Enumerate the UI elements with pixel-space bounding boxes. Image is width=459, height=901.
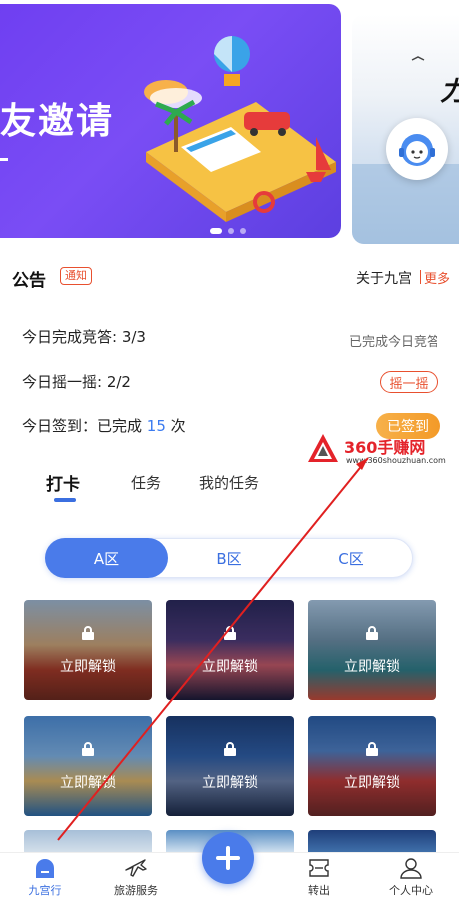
unlock-label: 立即解锁 — [202, 659, 258, 675]
customer-service-button[interactable] — [386, 118, 448, 180]
watermark-url: www.360shouzhuan.com — [346, 456, 446, 465]
notice-divider — [420, 270, 421, 284]
scenic-card[interactable]: 立即解锁 — [24, 600, 152, 700]
nav-profile-label: 个人中心 — [389, 884, 433, 897]
person-icon — [400, 858, 422, 879]
checkin-suffix: 次 — [170, 417, 186, 435]
unlock-label: 立即解锁 — [344, 775, 400, 791]
lock-icon — [366, 742, 378, 756]
scenic-card[interactable]: 立即解锁 — [166, 600, 294, 700]
unlock-label: 立即解锁 — [202, 775, 258, 791]
zone-c-option[interactable]: C区 — [290, 538, 412, 578]
nav-home-label: 九宫行 — [28, 884, 62, 897]
watermark-logo — [308, 434, 338, 462]
nav-home[interactable]: 九宫行 — [10, 856, 80, 898]
banner-dash — [0, 158, 8, 161]
banner-dot[interactable] — [228, 228, 234, 234]
watermark-brand: 360手赚网 — [344, 438, 426, 457]
checkin-prefix: 今日签到：已完成 — [22, 417, 143, 435]
zone-a-option[interactable]: A区 — [45, 538, 168, 578]
unlock-label: 立即解锁 — [60, 775, 116, 791]
banner-dot[interactable] — [210, 228, 222, 234]
banner-title: 友邀请 — [0, 101, 115, 142]
quiz-status: 已完成今日竞答 — [349, 335, 437, 350]
shake-button[interactable]: 摇一摇 — [380, 371, 438, 393]
watermark: 360手赚网 www.360shouzhuan.com — [306, 432, 446, 470]
quiz-progress: 今日完成竞答: 3/3 — [22, 328, 146, 346]
notice-more-link[interactable]: 更多 — [424, 268, 450, 287]
scenic-card[interactable]: 立即解锁 — [166, 716, 294, 816]
banner-main[interactable]: 友邀请 — [0, 4, 341, 238]
add-button[interactable] — [202, 832, 254, 884]
checkin-count: 15 — [146, 417, 166, 435]
customer-service-icon — [399, 134, 435, 166]
svg-text:力: 力 — [440, 77, 459, 107]
lock-icon — [82, 742, 94, 756]
scenic-card[interactable]: 立即解锁 — [24, 716, 152, 816]
nav-transfer-out[interactable]: 转出 — [284, 856, 354, 898]
lock-icon — [366, 626, 378, 640]
notice-text[interactable]: 关于九宫 — [356, 268, 422, 288]
zone-b-option[interactable]: B区 — [168, 538, 290, 578]
unlock-label: 立即解锁 — [60, 659, 116, 675]
lock-icon — [82, 626, 94, 640]
scenic-card[interactable] — [308, 830, 436, 852]
scenic-card[interactable] — [24, 830, 152, 852]
unlock-label: 立即解锁 — [344, 659, 400, 675]
plane-icon — [125, 859, 147, 877]
banner-pagination — [210, 228, 246, 234]
tab-checkin[interactable]: 打卡 — [46, 470, 80, 495]
nav-transfer-label: 转出 — [308, 884, 330, 897]
plus-icon — [216, 846, 240, 870]
tab-my-tasks[interactable]: 我的任务 — [199, 472, 259, 493]
lock-icon — [224, 742, 236, 756]
ticket-icon — [309, 859, 329, 877]
tab-indicator — [54, 498, 76, 502]
scenic-card[interactable]: 立即解锁 — [308, 600, 436, 700]
lock-icon — [224, 626, 236, 640]
tab-tasks[interactable]: 任务 — [131, 472, 161, 493]
shake-progress: 今日摇一摇: 2/2 — [22, 373, 131, 391]
notice-logo: 公告 — [12, 271, 46, 291]
notice-badge: 通知 — [60, 267, 92, 285]
home-icon — [36, 859, 54, 878]
nav-travel-label: 旅游服务 — [114, 884, 158, 897]
nav-travel-services[interactable]: 旅游服务 — [101, 856, 171, 898]
checkin-progress: 今日签到：已完成 15 次 — [22, 415, 186, 436]
scenic-card[interactable]: 立即解锁 — [308, 716, 436, 816]
banner-dot[interactable] — [240, 228, 246, 234]
banner-illustration — [144, 36, 336, 222]
nav-profile[interactable]: 个人中心 — [376, 856, 446, 898]
